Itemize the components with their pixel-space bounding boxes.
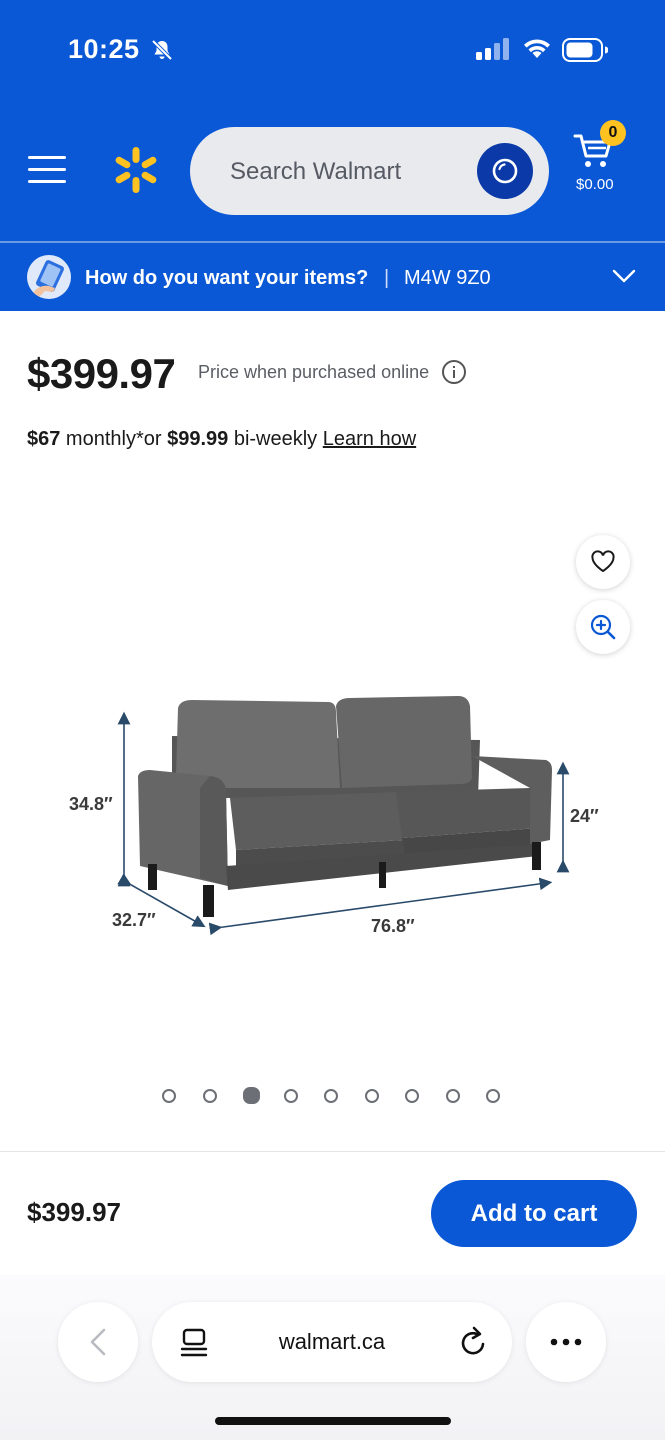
dimension-arm-height-label: 24″ [570, 806, 599, 826]
cart-total: $0.00 [576, 176, 614, 193]
monthly-text: monthly*or [60, 428, 168, 450]
cart-button[interactable]: 0 $0.00 [568, 120, 638, 204]
cart-count-badge: 0 [600, 120, 626, 146]
carousel-dot[interactable] [486, 1089, 500, 1103]
chevron-left-icon [90, 1328, 106, 1356]
delivery-separator: | [384, 267, 390, 289]
postal-code: M4W 9Z0 [404, 267, 491, 289]
dimension-height-label: 34.8″ [69, 794, 113, 814]
carousel-dot[interactable] [364, 1089, 379, 1103]
hamburger-line [28, 156, 66, 159]
battery-icon [562, 38, 608, 62]
carousel-dot[interactable] [324, 1089, 338, 1103]
monthly-amount: $67 [27, 428, 61, 450]
carousel-dot[interactable] [162, 1089, 176, 1103]
search-icon [492, 158, 518, 184]
dimension-depth-label: 32.7″ [112, 910, 156, 930]
browser-url-bar[interactable]: walmart.ca [152, 1302, 512, 1382]
heart-icon [591, 550, 615, 573]
wifi-icon [524, 39, 550, 58]
search-button[interactable] [477, 143, 533, 199]
info-icon[interactable] [442, 360, 466, 384]
product-image-sofa[interactable]: 34.8″ 24″ 32.7″ 76.8″ [60, 680, 620, 950]
search-placeholder: Search Walmart [230, 158, 402, 185]
status-time: 10:25 [68, 34, 140, 64]
walmart-spark-logo[interactable] [112, 146, 160, 194]
biweekly-amount: $99.99 [167, 428, 229, 450]
more-dots-icon [550, 1338, 582, 1346]
header-area: 10:25 Search Walmart 0 $0.00 How do you … [0, 0, 665, 311]
silent-bell-icon [151, 39, 173, 61]
menu-button[interactable] [28, 156, 66, 184]
zoom-in-icon [590, 614, 616, 640]
search-input[interactable]: Search Walmart [190, 127, 549, 215]
financing-text: $67 monthly*or $99.99 bi-weekly Learn ho… [27, 428, 416, 451]
delivery-phone-icon [27, 255, 71, 299]
product-price: $399.97 [27, 350, 176, 397]
carousel-dot[interactable] [243, 1087, 260, 1104]
add-to-cart-button[interactable]: Add to cart [431, 1180, 637, 1247]
hamburger-line [28, 168, 66, 171]
delivery-prompt: How do you want your items? [85, 267, 369, 289]
chevron-down-icon [612, 269, 636, 283]
carousel-dot[interactable] [202, 1089, 217, 1103]
browser-more-button[interactable] [526, 1302, 606, 1382]
carousel-dot[interactable] [445, 1089, 460, 1103]
header-row: Search Walmart 0 $0.00 [0, 120, 665, 216]
learn-how-link[interactable]: Learn how [323, 428, 416, 450]
price-note: Price when purchased online [198, 362, 430, 382]
carousel-dot[interactable] [283, 1089, 298, 1103]
browser-back-button[interactable] [58, 1302, 138, 1382]
image-carousel-dots [162, 1087, 502, 1107]
dimension-width-label: 76.8″ [371, 916, 415, 936]
reload-icon[interactable] [458, 1326, 488, 1358]
delivery-selector[interactable]: How do you want your items? | M4W 9Z0 [0, 243, 665, 311]
biweekly-text: bi-weekly [228, 428, 323, 450]
sticky-bar-divider [0, 1151, 665, 1152]
zoom-button[interactable] [576, 600, 630, 654]
favorite-button[interactable] [576, 535, 630, 589]
sticky-price: $399.97 [27, 1197, 121, 1227]
cellular-signal-icon [476, 38, 509, 60]
carousel-dot[interactable] [405, 1089, 419, 1103]
home-indicator [215, 1417, 451, 1425]
hamburger-line [28, 180, 66, 183]
status-bar: 10:25 [0, 0, 665, 100]
